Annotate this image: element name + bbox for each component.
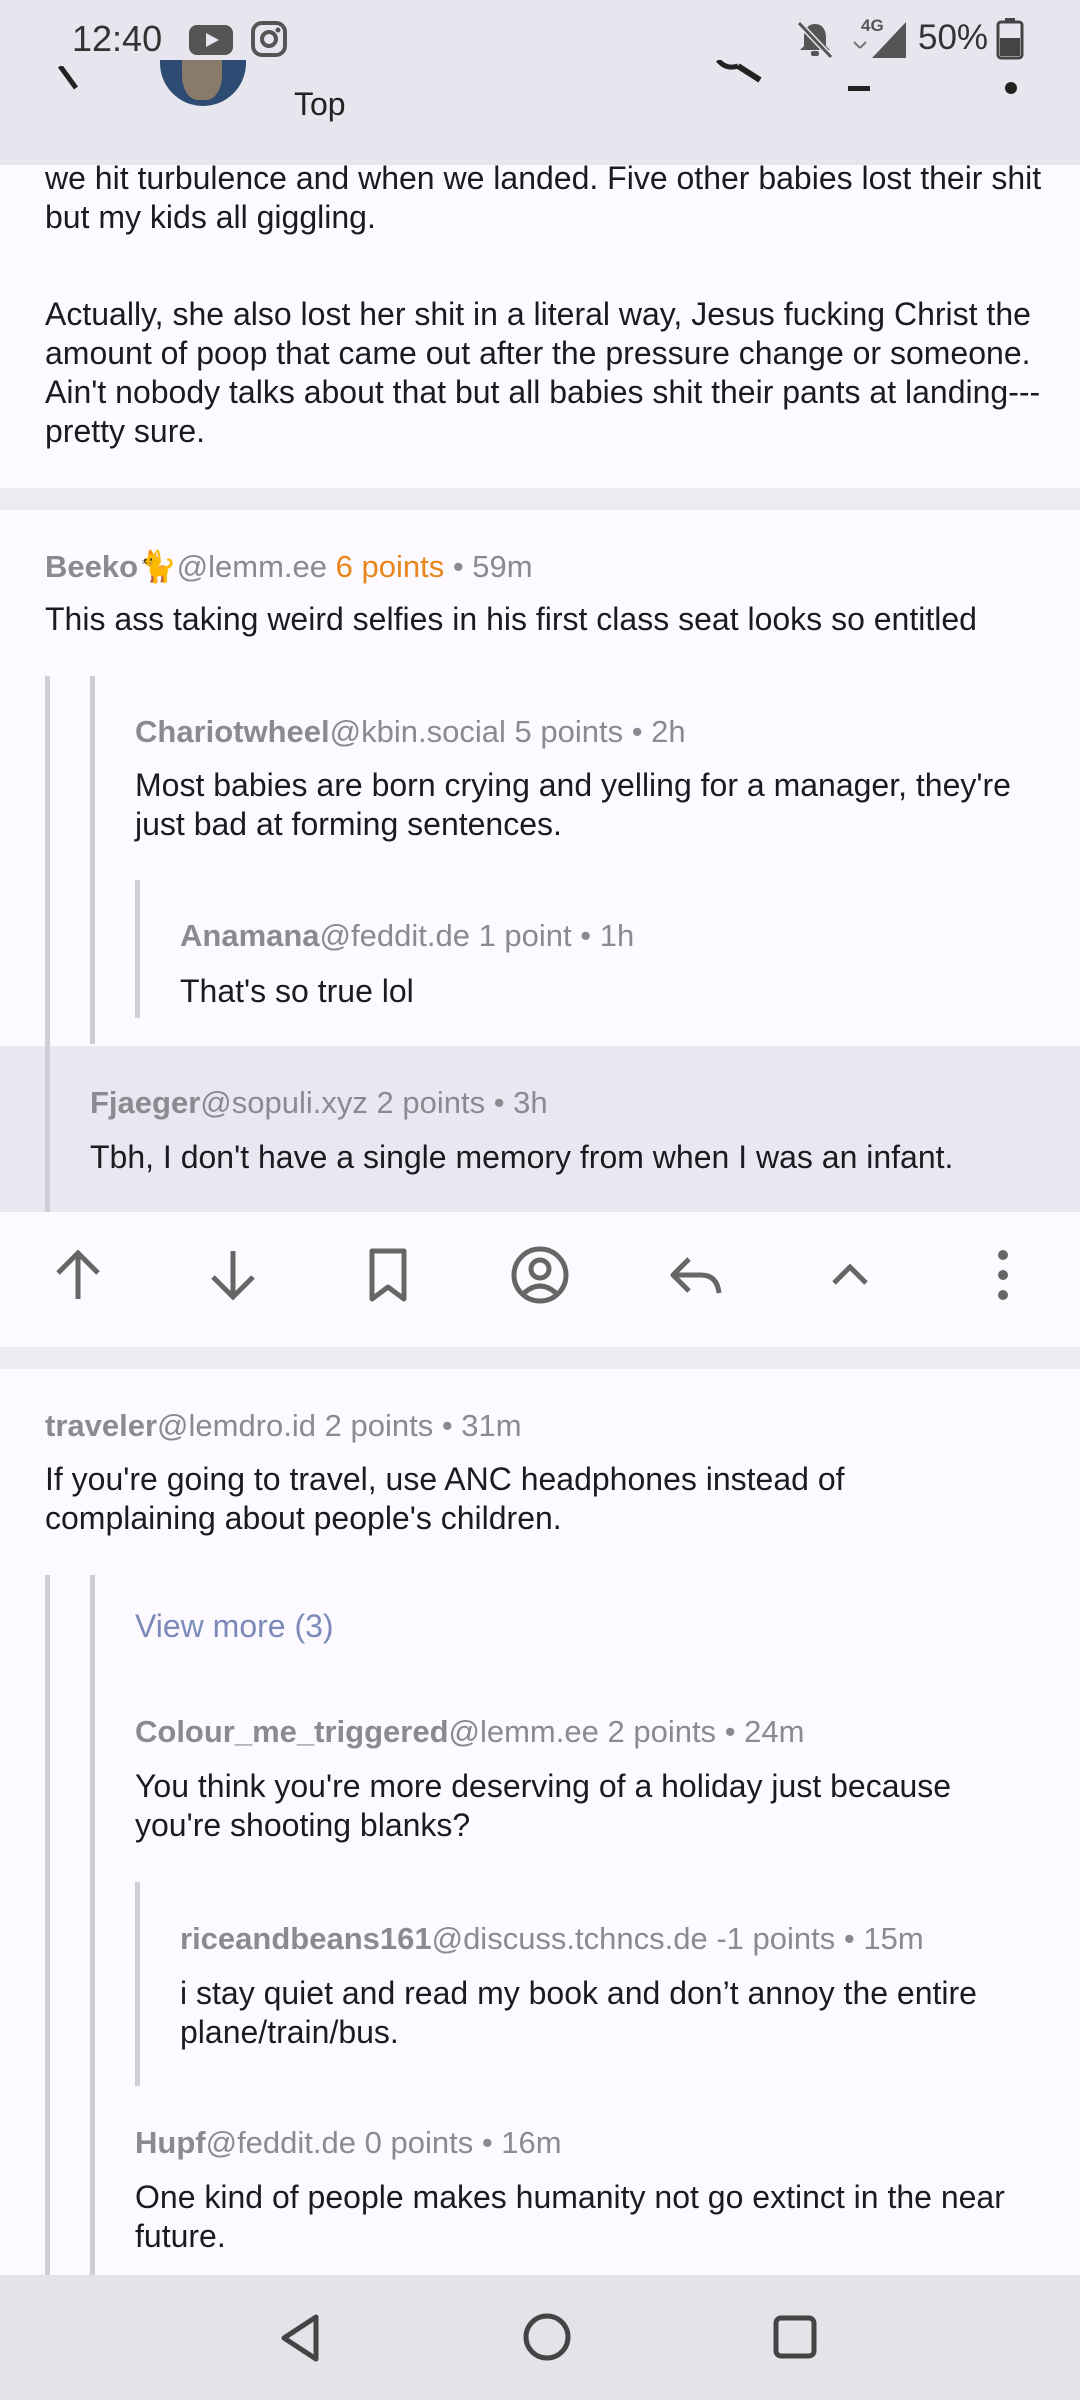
mute-notifications-icon bbox=[796, 20, 834, 65]
more-options-icon[interactable] bbox=[975, 1245, 1035, 1305]
comment-header: Anamana@feddit.de 1 point • 1h bbox=[180, 918, 634, 954]
comment-username[interactable]: Beeko🐈 bbox=[45, 549, 177, 584]
comment-header: riceandbeans161@discuss.tchncs.de -1 poi… bbox=[180, 1921, 924, 1957]
comment-time: • 24m bbox=[724, 1714, 805, 1749]
thread-line bbox=[45, 1575, 50, 2275]
post-paragraph-2: Actually, she also lost her shit in a li… bbox=[45, 296, 1041, 449]
comment-username[interactable]: Fjaeger bbox=[90, 1085, 200, 1120]
comment-instance: @lemdro.id bbox=[157, 1408, 316, 1443]
comment-time: • 59m bbox=[452, 549, 533, 584]
comment-header: Fjaeger@sopuli.xyz 2 points • 3h bbox=[90, 1085, 548, 1121]
sort-options-icon[interactable] bbox=[848, 86, 870, 91]
thread-line bbox=[45, 1046, 50, 1212]
community-avatar[interactable] bbox=[160, 60, 246, 106]
comment-header: Chariotwheel@kbin.social 5 points • 2h bbox=[135, 714, 686, 750]
comment-instance: @kbin.social bbox=[329, 714, 506, 749]
comment-text: That's so true lol bbox=[180, 973, 414, 1009]
comment-points: 5 points bbox=[514, 714, 624, 749]
overflow-menu-icon[interactable] bbox=[1005, 82, 1017, 94]
bookmark-icon[interactable] bbox=[358, 1245, 418, 1305]
thread-line bbox=[135, 880, 140, 1018]
comment-text: Most babies are born crying and yelling … bbox=[135, 767, 1011, 842]
nav-home-icon[interactable] bbox=[522, 2312, 572, 2367]
comment-instance: @feddit.de bbox=[319, 918, 470, 953]
downvote-icon[interactable] bbox=[203, 1245, 263, 1305]
comment-header: traveler@lemdro.id 2 points • 31m bbox=[45, 1408, 522, 1444]
comment-instance: @lemm.ee bbox=[176, 549, 327, 584]
comment-header: Colour_me_triggered@lemm.ee 2 points • 2… bbox=[135, 1714, 804, 1750]
collapse-icon[interactable] bbox=[820, 1245, 880, 1305]
comment-points: 2 points bbox=[376, 1085, 486, 1120]
comment-points: 1 point bbox=[478, 918, 572, 953]
comment-text: If you're going to travel, use ANC headp… bbox=[45, 1461, 845, 1536]
thread-line bbox=[90, 1575, 95, 2275]
separator bbox=[0, 1347, 1080, 1369]
comment-username[interactable]: Anamana bbox=[180, 918, 320, 953]
separator bbox=[0, 488, 1080, 510]
thread-line bbox=[135, 1882, 140, 2086]
comment-header: Beeko🐈@lemm.ee 6 points • 59m bbox=[45, 548, 533, 585]
comment-header: Hupf@feddit.de 0 points • 16m bbox=[135, 2125, 562, 2161]
signal-icon bbox=[850, 20, 908, 65]
comment-time: • 31m bbox=[441, 1408, 522, 1443]
comment-time: • 2h bbox=[631, 714, 686, 749]
nav-back-icon[interactable] bbox=[278, 2313, 324, 2368]
comment-username[interactable]: Chariotwheel bbox=[135, 714, 330, 749]
comment-time: • 3h bbox=[493, 1085, 548, 1120]
battery-percent: 50% bbox=[918, 18, 989, 57]
comment-text: i stay quiet and read my book and don’t … bbox=[180, 1975, 977, 2050]
reply-icon[interactable] bbox=[665, 1245, 725, 1305]
comment-points: -1 points bbox=[716, 1921, 836, 1956]
comment-instance: @lemm.ee bbox=[448, 1714, 599, 1749]
comment-text: One kind of people makes humanity not go… bbox=[135, 2179, 1005, 2254]
comment-username[interactable]: traveler bbox=[45, 1408, 157, 1443]
back-icon[interactable] bbox=[54, 64, 90, 101]
profile-icon[interactable] bbox=[510, 1245, 570, 1305]
comment-text: This ass taking weird selfies in his fir… bbox=[45, 601, 977, 637]
app-bar: Top bbox=[0, 60, 1080, 165]
comment-text: Tbh, I don't have a single memory from w… bbox=[90, 1139, 954, 1175]
highlighted-comment[interactable] bbox=[0, 1046, 1080, 1212]
battery-icon bbox=[996, 18, 1024, 65]
comment-username[interactable]: Hupf bbox=[135, 2125, 206, 2160]
comment-username[interactable]: Colour_me_triggered bbox=[135, 1714, 449, 1749]
search-icon[interactable] bbox=[712, 60, 768, 105]
status-time: 12:40 bbox=[72, 18, 163, 59]
view-more-link[interactable]: View more (3) bbox=[135, 1608, 334, 1645]
youtube-icon bbox=[188, 22, 234, 63]
comment-instance: @feddit.de bbox=[205, 2125, 356, 2160]
upvote-icon[interactable] bbox=[48, 1245, 108, 1305]
thread-line bbox=[90, 676, 95, 1044]
comment-time: • 1h bbox=[580, 918, 635, 953]
comment-instance: @sopuli.xyz bbox=[200, 1085, 368, 1120]
comment-points: 6 points bbox=[335, 549, 445, 584]
comment-text: You think you're more deserving of a hol… bbox=[135, 1768, 952, 1843]
instagram-icon bbox=[250, 20, 288, 63]
comment-points: 2 points bbox=[607, 1714, 717, 1749]
comment-time: • 15m bbox=[843, 1921, 924, 1956]
system-nav-bar bbox=[0, 2275, 1080, 2400]
comment-time: • 16m bbox=[481, 2125, 562, 2160]
comment-points: 2 points bbox=[324, 1408, 434, 1443]
comment-username[interactable]: riceandbeans161 bbox=[180, 1921, 432, 1956]
sort-label[interactable]: Top bbox=[294, 86, 346, 123]
post-body: Japan because of a family tragedy and sh… bbox=[45, 120, 1045, 490]
comment-points: 0 points bbox=[364, 2125, 474, 2160]
comment-instance: @discuss.tchncs.de bbox=[431, 1921, 708, 1956]
nav-recents-icon[interactable] bbox=[772, 2314, 818, 2365]
